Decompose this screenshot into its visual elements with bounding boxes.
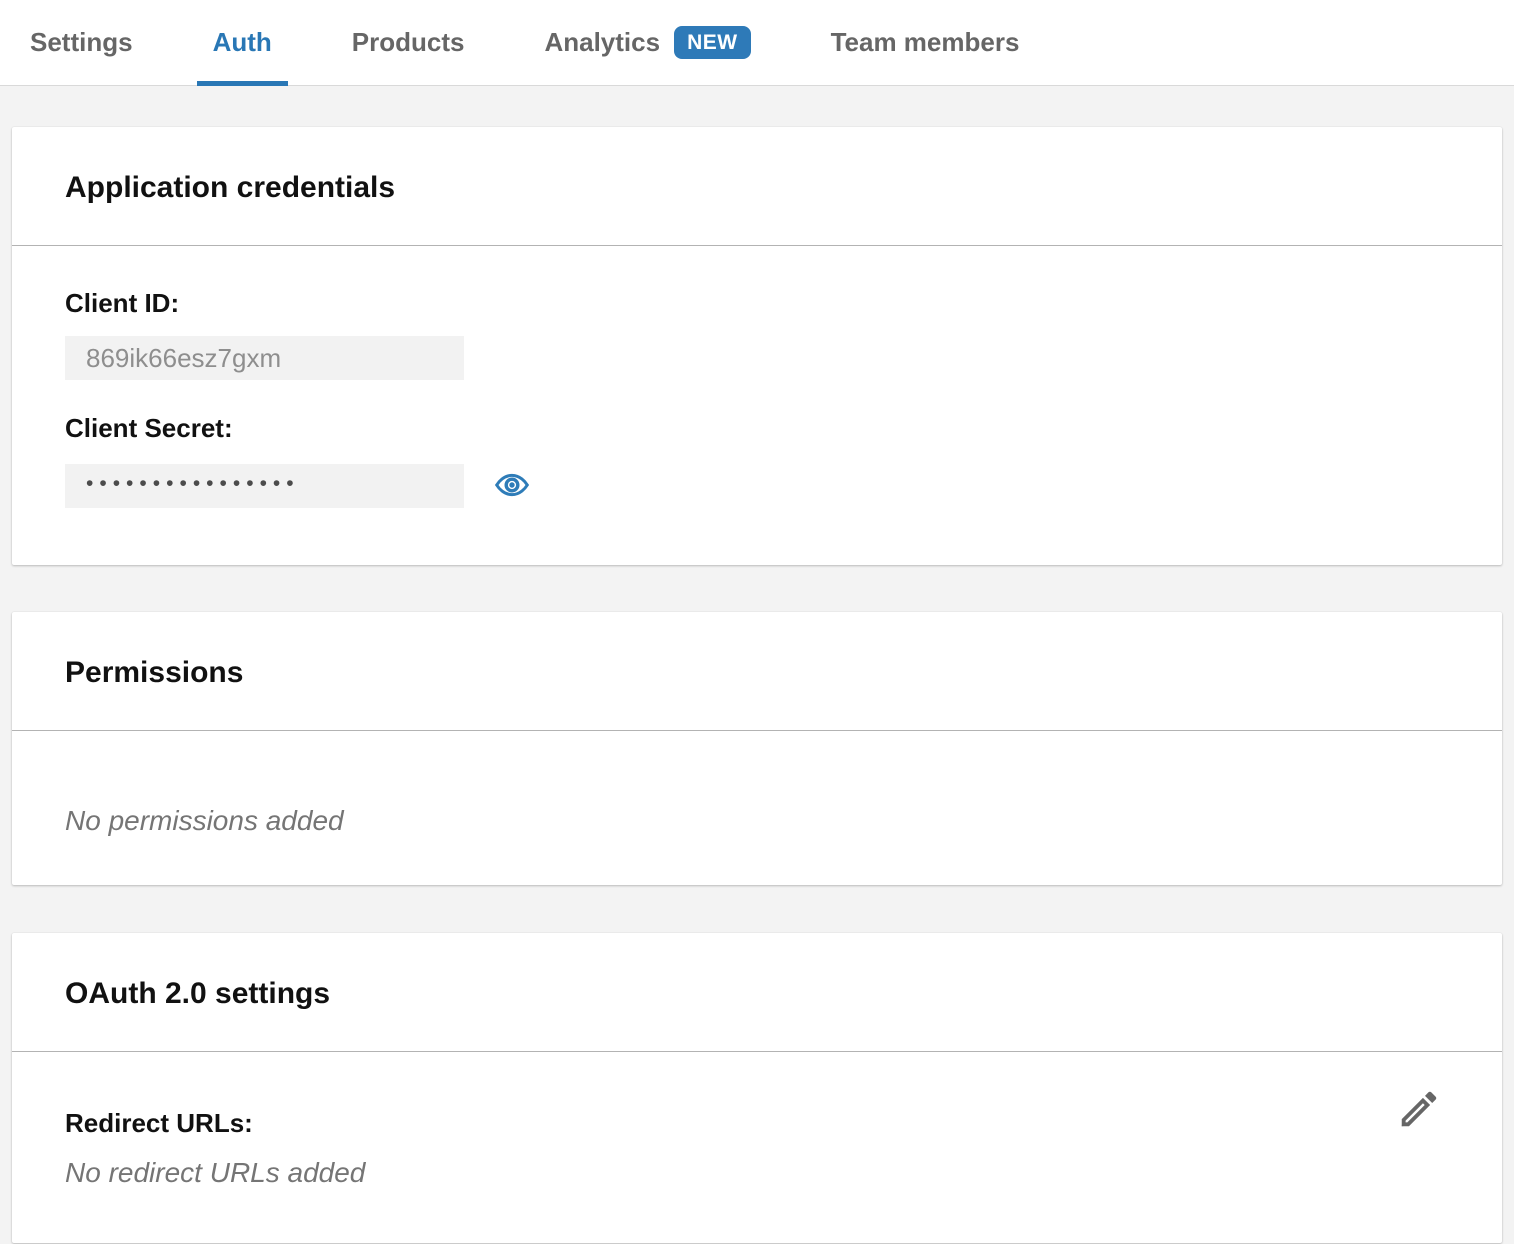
tab-team-members-label: Team members [831, 27, 1020, 58]
permissions-title: Permissions [65, 656, 1449, 690]
eye-icon [495, 468, 529, 505]
tab-auth-label: Auth [213, 27, 272, 58]
oauth-settings-title: OAuth 2.0 settings [65, 977, 1449, 1011]
client-secret-row: •••••••••••••••• [65, 464, 1449, 508]
tab-analytics[interactable]: Analytics NEW [528, 0, 766, 85]
tab-auth[interactable]: Auth [197, 0, 288, 85]
oauth-settings-card: OAuth 2.0 settings Redirect URLs: No red… [12, 933, 1502, 1243]
redirect-urls-empty-text: No redirect URLs added [65, 1157, 1449, 1189]
permissions-card: Permissions No permissions added [12, 612, 1502, 885]
tab-products-label: Products [352, 27, 465, 58]
redirect-urls-label: Redirect URLs: [65, 1108, 1449, 1139]
client-id-value[interactable]: 869ik66esz7gxm [65, 336, 464, 380]
permissions-body: No permissions added [12, 731, 1502, 885]
pencil-icon [1396, 1120, 1442, 1135]
oauth-settings-header: OAuth 2.0 settings [12, 933, 1502, 1052]
permissions-header: Permissions [12, 612, 1502, 731]
application-credentials-title: Application credentials [65, 171, 1449, 205]
app-tab-bar: Settings Auth Products Analytics NEW Tea… [0, 0, 1514, 86]
new-badge: NEW [674, 26, 751, 59]
tab-products[interactable]: Products [336, 0, 481, 85]
reveal-secret-button[interactable] [495, 468, 529, 505]
tab-settings[interactable]: Settings [14, 0, 149, 85]
client-secret-value[interactable]: •••••••••••••••• [65, 464, 464, 508]
client-id-label: Client ID: [65, 288, 1449, 319]
edit-redirect-urls-button[interactable] [1396, 1086, 1442, 1135]
tab-analytics-label: Analytics [544, 27, 660, 58]
application-credentials-card: Application credentials Client ID: 869ik… [12, 127, 1502, 565]
tab-team-members[interactable]: Team members [815, 0, 1036, 85]
tab-settings-label: Settings [30, 27, 133, 58]
permissions-empty-text: No permissions added [65, 805, 1449, 837]
oauth-settings-body: Redirect URLs: No redirect URLs added [12, 1052, 1502, 1243]
client-secret-label: Client Secret: [65, 413, 1449, 444]
application-credentials-header: Application credentials [12, 127, 1502, 246]
application-credentials-body: Client ID: 869ik66esz7gxm Client Secret:… [12, 246, 1502, 565]
